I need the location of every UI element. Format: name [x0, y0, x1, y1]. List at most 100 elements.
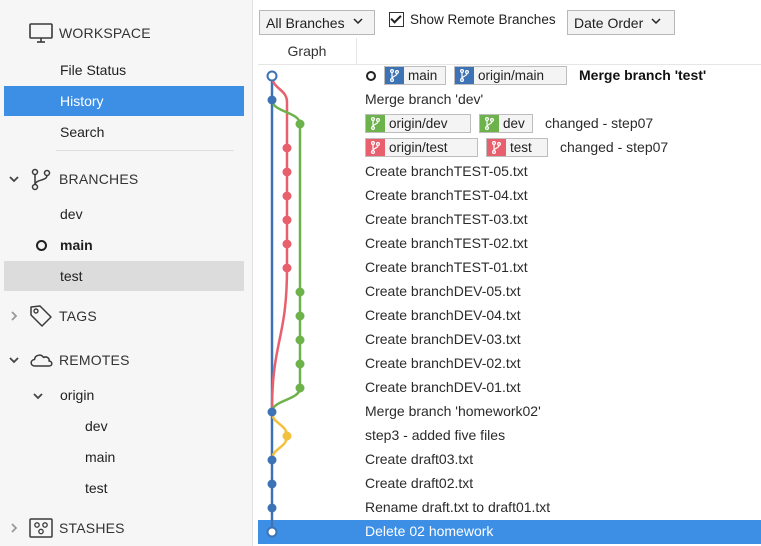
sidebar-item-remote-test[interactable]: test [4, 473, 244, 503]
sidebar-item-label: test [60, 268, 83, 284]
commit-row[interactable]: Create branchTEST-02.txt [258, 232, 761, 256]
sidebar-item-remote-dev[interactable]: dev [4, 411, 244, 441]
commit-row[interactable]: origin/dev dev changed - step07 [258, 112, 761, 136]
sidebar-item-history[interactable]: History [4, 86, 244, 116]
tags-title: TAGS [59, 308, 97, 324]
sidebar-item-label: dev [85, 418, 108, 434]
head-indicator-icon [366, 71, 376, 81]
commit-message: Create branchDEV-03.txt [365, 331, 521, 347]
commit-message: Create draft03.txt [365, 451, 474, 467]
commit-message: Rename draft.txt to draft01.txt [365, 499, 551, 515]
commit-row[interactable]: Create branchDEV-01.txt [258, 376, 761, 400]
commit-message: step3 - added five files [365, 427, 506, 443]
branches-filter-dropdown[interactable]: All Branches [259, 10, 375, 35]
commit-message: Create branchTEST-01.txt [365, 259, 528, 275]
branch-icon [28, 166, 54, 192]
branch-label-badge[interactable]: main [384, 66, 446, 85]
graph-column-header[interactable]: Graph [258, 38, 357, 64]
sidebar-item-branch-test[interactable]: test [4, 261, 244, 291]
commit-row[interactable]: Rename draft.txt to draft01.txt [258, 496, 761, 520]
commit-row[interactable]: Create branchTEST-04.txt [258, 184, 761, 208]
commit-row[interactable]: origin/test test changed - step07 [258, 136, 761, 160]
history-header: Graph [258, 38, 761, 65]
sidebar-item-label: Search [60, 124, 105, 140]
order-value: Date Order [574, 14, 644, 31]
chevron-down-icon[interactable] [32, 389, 44, 405]
chevron-down-icon[interactable] [8, 173, 20, 185]
remotes-title: REMOTES [59, 352, 130, 368]
stashes-title: STASHES [59, 520, 125, 536]
tag-icon [28, 303, 54, 329]
branch-label-text: origin/dev [389, 116, 448, 131]
commit-row[interactable]: Delete 02 homework [258, 520, 761, 544]
sidebar-item-label: dev [60, 206, 83, 222]
commit-row[interactable]: step3 - added five files [258, 424, 761, 448]
chevron-right-icon[interactable] [8, 310, 20, 322]
branch-icon [480, 115, 499, 132]
commit-message: Create branchDEV-05.txt [365, 283, 521, 299]
commit-row[interactable]: Create branchDEV-02.txt [258, 352, 761, 376]
sidebar-item-remote-origin[interactable]: origin [4, 380, 244, 410]
monitor-icon [28, 20, 54, 46]
commit-row[interactable]: Create branchTEST-03.txt [258, 208, 761, 232]
commit-row[interactable]: Merge branch 'homework02' [258, 400, 761, 424]
branches-title: BRANCHES [59, 171, 139, 187]
branches-header[interactable]: BRANCHES [0, 164, 252, 194]
commit-row[interactable]: Create branchTEST-05.txt [258, 160, 761, 184]
sidebar-item-label: History [60, 93, 104, 109]
branch-label-text: origin/test [389, 140, 448, 155]
chevron-down-icon[interactable] [8, 354, 20, 366]
sidebar: WORKSPACE File Status History Search BRA… [0, 0, 253, 546]
sidebar-item-branch-main[interactable]: main [4, 230, 244, 260]
commit-row[interactable]: Create branchDEV-05.txt [258, 280, 761, 304]
commit-row[interactable]: Create branchDEV-03.txt [258, 328, 761, 352]
commit-message: Create branchTEST-04.txt [365, 187, 528, 203]
branch-icon [366, 115, 385, 132]
branch-label-badge[interactable]: origin/main [454, 66, 567, 85]
graph-column-label: Graph [287, 43, 327, 59]
branch-label-badge[interactable]: dev [479, 114, 533, 133]
commit-row[interactable]: Create branchTEST-01.txt [258, 256, 761, 280]
branch-label-badge[interactable]: origin/dev [365, 114, 471, 133]
workspace-header[interactable]: WORKSPACE [0, 18, 252, 48]
sidebar-item-remote-main[interactable]: main [4, 442, 244, 472]
sidebar-item-label: origin [60, 387, 95, 403]
sidebar-item-label: main [60, 237, 93, 253]
divider [56, 150, 234, 151]
remotes-header[interactable]: REMOTES [0, 345, 252, 375]
commit-message: Merge branch 'dev' [365, 91, 484, 107]
commit-message: Create branchTEST-02.txt [365, 235, 528, 251]
sidebar-item-label: test [85, 480, 108, 496]
show-remote-checkbox[interactable] [389, 12, 404, 27]
commit-row[interactable]: Create branchDEV-04.txt [258, 304, 761, 328]
tags-header[interactable]: TAGS [0, 301, 252, 331]
commit-message: changed - step07 [545, 115, 654, 131]
order-dropdown[interactable]: Date Order [567, 10, 675, 35]
show-remote-branches-toggle[interactable]: Show Remote Branches [389, 12, 556, 27]
commit-row[interactable]: Merge branch 'dev' [258, 88, 761, 112]
commit-message: Create branchDEV-02.txt [365, 355, 521, 371]
commit-message: Merge branch 'test' [579, 67, 707, 83]
sidebar-item-label: main [85, 449, 116, 465]
commit-message: changed - step07 [560, 139, 669, 155]
commit-row[interactable]: Create draft03.txt [258, 448, 761, 472]
branch-icon [487, 139, 506, 156]
chevron-right-icon[interactable] [8, 522, 20, 534]
stash-icon [28, 515, 54, 541]
show-remote-label: Show Remote Branches [410, 12, 556, 27]
branch-label-text: test [510, 140, 532, 155]
branch-label-badge[interactable]: test [486, 138, 548, 157]
commit-message: Merge branch 'homework02' [365, 403, 541, 419]
stashes-header[interactable]: STASHES [0, 513, 252, 543]
branch-label-badge[interactable]: origin/test [365, 138, 478, 157]
sidebar-item-branch-dev[interactable]: dev [4, 199, 244, 229]
sidebar-item-file-status[interactable]: File Status [4, 55, 244, 85]
commit-row[interactable]: main origin/main Merge branch 'test' [258, 64, 761, 88]
commit-row[interactable]: Create draft02.txt [258, 472, 761, 496]
sidebar-item-search[interactable]: Search [4, 117, 244, 147]
chevron-down-icon [353, 17, 363, 28]
branch-label-text: origin/main [478, 68, 545, 83]
chevron-down-icon [651, 17, 661, 28]
branch-label-text: main [408, 68, 438, 83]
branch-icon [366, 139, 385, 156]
